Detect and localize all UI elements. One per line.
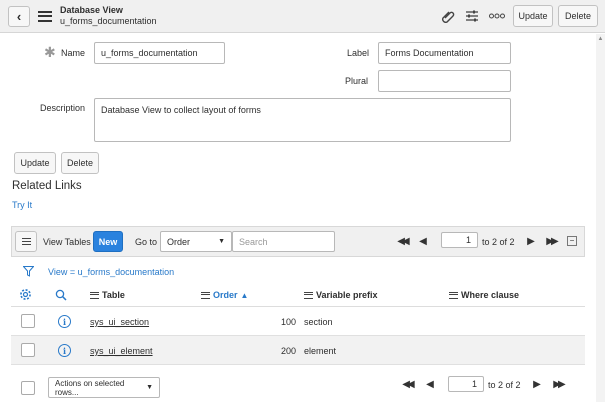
next-page-icon[interactable]: ▶ bbox=[526, 235, 536, 247]
scrollbar-track[interactable] bbox=[596, 34, 605, 402]
header-update-button[interactable]: Update bbox=[513, 5, 553, 27]
row-checkbox[interactable] bbox=[21, 314, 35, 328]
first-page-icon[interactable]: ◀◀ bbox=[394, 235, 410, 247]
goto-select-value: Order bbox=[167, 236, 191, 247]
page-input[interactable]: 1 bbox=[441, 232, 478, 248]
column-header-where-clause[interactable]: Where clause bbox=[449, 290, 519, 300]
scrollbar-up-arrow[interactable]: ▲ bbox=[597, 36, 604, 42]
try-it-link[interactable]: Try It bbox=[12, 200, 32, 210]
form-menu-icon[interactable] bbox=[37, 9, 53, 23]
prev-page-icon[interactable]: ◀ bbox=[418, 235, 428, 247]
hamburger-icon bbox=[21, 238, 31, 245]
label-field[interactable]: Forms Documentation bbox=[378, 42, 511, 64]
related-links-heading: Related Links bbox=[12, 180, 82, 192]
footer-page-of-label: to 2 of 2 bbox=[488, 380, 521, 390]
goto-select[interactable]: Order ▼ bbox=[160, 231, 232, 252]
search-placeholder: Search bbox=[239, 236, 268, 247]
row-variable-prefix: section bbox=[304, 317, 333, 327]
caret-down-icon: ▼ bbox=[146, 384, 153, 391]
row-table-link[interactable]: sys_ui_element bbox=[90, 346, 153, 356]
more-options-icon[interactable] bbox=[488, 8, 506, 24]
column-header-variable-prefix[interactable]: Variable prefix bbox=[304, 290, 378, 300]
actions-select[interactable]: Actions on selected rows... ▼ bbox=[48, 377, 160, 398]
label-label: Label bbox=[347, 48, 370, 58]
row-checkbox[interactable] bbox=[21, 343, 35, 357]
info-icon[interactable]: i bbox=[58, 315, 71, 328]
goto-label: Go to bbox=[135, 237, 158, 247]
delete-button[interactable]: Delete bbox=[61, 152, 99, 174]
filter-icon[interactable] bbox=[22, 265, 34, 277]
column-menu-icon bbox=[90, 291, 99, 299]
plural-field[interactable] bbox=[378, 70, 511, 92]
row-table-link[interactable]: sys_ui_section bbox=[90, 317, 149, 327]
new-button[interactable]: New bbox=[93, 231, 123, 252]
header-title: Database View bbox=[60, 5, 123, 15]
chevron-left-icon: ‹ bbox=[16, 9, 22, 24]
collapse-icon[interactable]: − bbox=[567, 236, 577, 246]
footer-prev-page-icon[interactable]: ◀ bbox=[425, 378, 435, 390]
column-menu-icon bbox=[449, 291, 458, 299]
name-field[interactable]: u_forms_documentation bbox=[94, 42, 225, 64]
page-of-label: to 2 of 2 bbox=[482, 237, 515, 247]
settings-sliders-icon[interactable] bbox=[464, 8, 480, 24]
description-textarea[interactable]: Database View to collect layout of forms bbox=[94, 98, 511, 142]
column-menu-icon bbox=[304, 291, 313, 299]
back-button[interactable]: ‹ bbox=[8, 6, 30, 27]
update-button[interactable]: Update bbox=[14, 152, 56, 174]
list-tab-label[interactable]: View Tables bbox=[43, 237, 91, 247]
header-delete-button[interactable]: Delete bbox=[558, 5, 598, 27]
sort-ascending-icon: ▲ bbox=[240, 290, 249, 300]
description-label: Description bbox=[40, 103, 86, 113]
select-all-checkbox[interactable] bbox=[21, 381, 35, 395]
plural-label: Plural bbox=[345, 76, 369, 86]
column-header-order[interactable]: Order ▲ bbox=[201, 290, 248, 300]
list-settings-gear-icon[interactable] bbox=[19, 288, 32, 301]
header-subtitle: u_forms_documentation bbox=[60, 16, 157, 26]
search-columns-icon[interactable] bbox=[54, 288, 67, 301]
mandatory-asterisk-icon: ✱ bbox=[44, 44, 56, 60]
row-order: 200 bbox=[280, 346, 296, 356]
last-page-icon[interactable]: ▶▶ bbox=[543, 235, 559, 247]
column-header-table[interactable]: Table bbox=[90, 290, 125, 300]
footer-next-page-icon[interactable]: ▶ bbox=[532, 378, 542, 390]
info-icon[interactable]: i bbox=[58, 344, 71, 357]
actions-select-value: Actions on selected rows... bbox=[55, 378, 125, 397]
filter-breadcrumb[interactable]: View = u_forms_documentation bbox=[48, 267, 174, 277]
name-label: Name bbox=[61, 48, 86, 58]
footer-page-input[interactable]: 1 bbox=[448, 376, 484, 392]
column-menu-icon bbox=[201, 291, 210, 299]
row-order: 100 bbox=[280, 317, 296, 327]
paperclip-icon[interactable] bbox=[440, 8, 456, 24]
footer-last-page-icon[interactable]: ▶▶ bbox=[550, 378, 566, 390]
row-variable-prefix: element bbox=[304, 346, 337, 356]
list-menu-button[interactable] bbox=[15, 231, 37, 252]
search-input[interactable]: Search bbox=[232, 231, 335, 252]
caret-down-icon: ▼ bbox=[218, 238, 225, 245]
footer-first-page-icon[interactable]: ◀◀ bbox=[399, 378, 415, 390]
